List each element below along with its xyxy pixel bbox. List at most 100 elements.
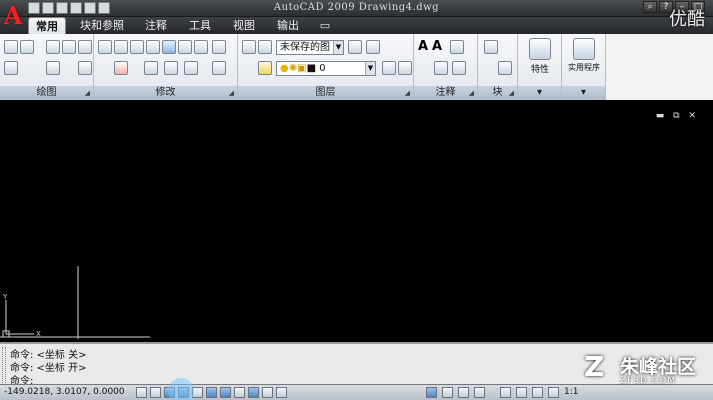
properties-button[interactable]: 特性: [521, 36, 559, 75]
steering-wheel-icon[interactable]: [532, 387, 543, 398]
ribbon-empty-area: [606, 34, 713, 100]
dynamic-input-button[interactable]: [234, 387, 245, 398]
annotation-scale[interactable]: 1:1: [564, 387, 578, 397]
layer-state-combo[interactable]: 未保存的图 ▼: [276, 40, 344, 55]
showmotion-icon[interactable]: [548, 387, 559, 398]
sun-icon: ✺: [288, 63, 298, 74]
lineweight-button[interactable]: [248, 387, 259, 398]
tab-blocks-references[interactable]: 块和参照: [74, 17, 130, 34]
panel-draw: 绘图 ◢: [0, 34, 94, 100]
panel-annotation: A A 注释 ◢: [414, 34, 478, 100]
snap-mode-button[interactable]: [136, 387, 147, 398]
dynamic-ucs-button[interactable]: [220, 387, 231, 398]
window-title: AutoCAD 2009 Drawing4.dwg: [273, 2, 440, 13]
video-watermark-corner: 优酷: [669, 9, 705, 30]
scale-icon[interactable]: [178, 40, 192, 54]
panel-properties: 特性 ▾: [518, 34, 562, 100]
panel-title-properties[interactable]: ▾: [518, 86, 561, 100]
viewport-controls[interactable]: ▬ ⧉ ✕: [656, 111, 699, 121]
panel-title-block[interactable]: 块 ◢: [478, 86, 517, 100]
grid-display-button[interactable]: [150, 387, 161, 398]
site-logo-icon: Z: [584, 350, 605, 383]
tab-view[interactable]: 视图: [226, 17, 262, 34]
ribbon-minimize-icon[interactable]: ▭: [316, 17, 334, 34]
properties-label: 特性: [530, 65, 549, 75]
utilities-button[interactable]: 实用程序: [565, 36, 603, 73]
zoom-icon[interactable]: [516, 387, 527, 398]
autocad-window: AutoCAD 2009 Drawing4.dwg ⌕ ? – □ A 常用 块…: [0, 0, 713, 400]
ellipse-icon[interactable]: [46, 61, 60, 75]
coordinate-readout[interactable]: -149.0218, 3.0107, 0.0000: [4, 387, 125, 397]
linear-dimension-icon[interactable]: [450, 40, 464, 54]
object-snap-tracking-button[interactable]: [206, 387, 217, 398]
panel-title-annotation[interactable]: 注释 ◢: [414, 86, 477, 100]
quick-view-layouts-button[interactable]: [458, 387, 469, 398]
copy-icon[interactable]: [114, 40, 128, 54]
table-icon[interactable]: [434, 61, 448, 75]
leader-icon[interactable]: [452, 61, 466, 75]
site-watermark: 朱峰社区: [620, 356, 697, 378]
panel-title-draw[interactable]: 绘图 ◢: [0, 86, 93, 100]
line-icon[interactable]: [4, 40, 18, 54]
command-window-grip[interactable]: [2, 347, 6, 383]
single-line-text-icon[interactable]: A: [432, 39, 442, 54]
trim-icon[interactable]: [144, 61, 158, 75]
status-bar: -149.0218, 3.0107, 0.0000 1:1: [0, 384, 713, 400]
layer-isolate-icon[interactable]: [382, 61, 396, 75]
polygon-icon[interactable]: [62, 40, 76, 54]
move-icon[interactable]: [98, 40, 112, 54]
bulb-icon: ●: [280, 63, 289, 74]
insert-block-icon[interactable]: [484, 40, 498, 54]
explode-icon[interactable]: [212, 61, 226, 75]
panel-block: 块 ◢: [478, 34, 518, 100]
ribbon-tabs: 常用 块和参照 注释 工具 视图 输出 ▭: [0, 17, 713, 34]
make-current-icon[interactable]: [258, 61, 272, 75]
hatch-icon[interactable]: [78, 61, 92, 75]
tab-home[interactable]: 常用: [28, 17, 66, 34]
rotate-icon[interactable]: [130, 40, 144, 54]
polyline-icon[interactable]: [20, 40, 34, 54]
fillet-icon[interactable]: [184, 61, 198, 75]
tab-tools[interactable]: 工具: [182, 17, 218, 34]
pan-icon[interactable]: [500, 387, 511, 398]
layer-properties-icon[interactable]: [242, 40, 256, 54]
layer-combo[interactable]: ●✺▣■ 0 ▼: [276, 61, 376, 76]
layer-state-icon[interactable]: [258, 40, 272, 54]
search-icon[interactable]: ⌕: [643, 1, 657, 13]
magnifier-icon: [573, 38, 595, 60]
site-watermark-url: ZF3D.COM: [620, 376, 676, 386]
layer-previous-icon[interactable]: [348, 40, 362, 54]
multiline-text-icon[interactable]: A: [418, 39, 428, 54]
quick-properties-button[interactable]: [262, 387, 273, 398]
lock-icon: ▣: [297, 63, 307, 74]
panel-title-layers[interactable]: 图层 ◢: [238, 86, 413, 100]
utilities-label: 实用程序: [568, 63, 600, 72]
circle-icon[interactable]: [4, 61, 18, 75]
mirror-icon[interactable]: [146, 40, 160, 54]
panel-title-utilities[interactable]: ▾: [562, 86, 605, 100]
stretch-icon[interactable]: [162, 40, 176, 54]
create-block-icon[interactable]: [498, 61, 512, 75]
rectangle-icon[interactable]: [78, 40, 92, 54]
rotate-arc-icon[interactable]: [46, 40, 60, 54]
quick-view-drawings-button[interactable]: [474, 387, 485, 398]
drawing-canvas[interactable]: [0, 107, 713, 339]
panel-layers: 未保存的图 ▼ ●✺▣■ 0 ▼ 图层 ◢: [238, 34, 414, 100]
panel-modify: 修改 ◢: [94, 34, 238, 100]
erase-icon[interactable]: [114, 61, 128, 75]
panel-title-modify[interactable]: 修改 ◢: [94, 86, 237, 100]
autocad-logo-icon[interactable]: A: [2, 1, 24, 30]
layout-1-button[interactable]: [442, 387, 453, 398]
model-space-button[interactable]: [276, 387, 287, 398]
array-icon[interactable]: [194, 40, 208, 54]
model-layout-button[interactable]: [426, 387, 437, 398]
properties-icon: [529, 38, 551, 60]
offset-icon[interactable]: [212, 40, 226, 54]
tab-output[interactable]: 输出: [270, 17, 306, 34]
tab-annotate[interactable]: 注释: [138, 17, 174, 34]
extend-icon[interactable]: [164, 61, 178, 75]
ribbon: 绘图 ◢ 修改 ◢ 未保存的图 ▼ ●✺▣■ 0 ▼ 图层 ◢ A A 注释 ◢…: [0, 34, 606, 100]
layer-unisolate-icon[interactable]: [398, 61, 412, 75]
layer-walk-icon[interactable]: [366, 40, 380, 54]
title-bar: AutoCAD 2009 Drawing4.dwg ⌕ ? – □: [0, 0, 713, 17]
